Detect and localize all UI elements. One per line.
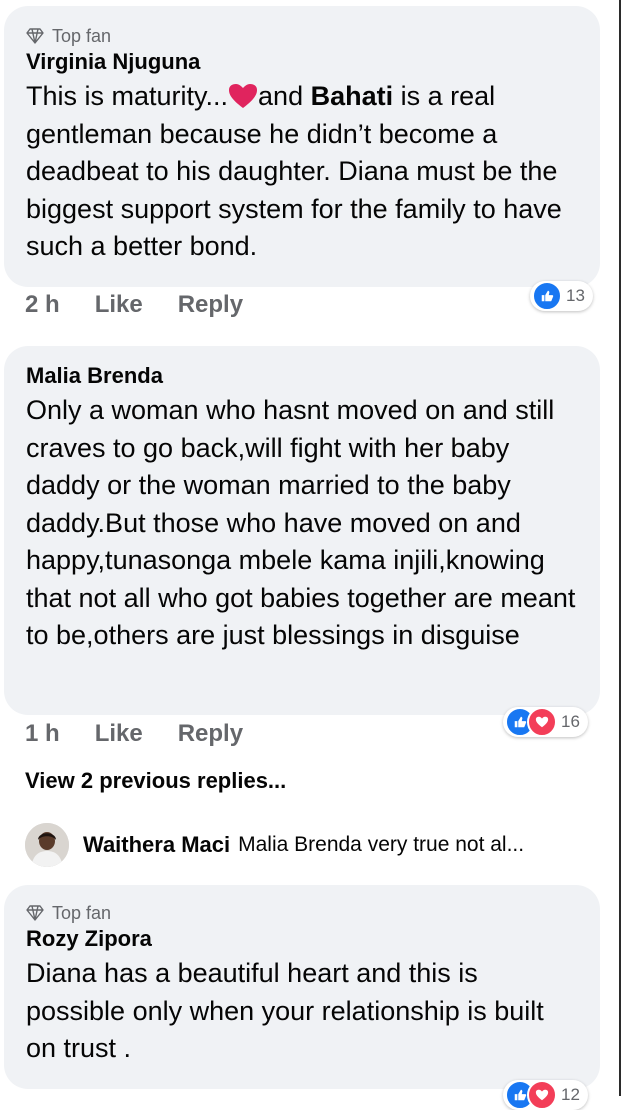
like-button[interactable]: Like	[95, 720, 143, 748]
comment-author[interactable]: Rozy Zipora	[26, 925, 580, 953]
diamond-icon	[26, 905, 44, 921]
comment-text-part: and	[258, 81, 311, 111]
reply-button[interactable]: Reply	[178, 720, 243, 748]
reaction-count: 13	[566, 286, 585, 305]
comment-text-part: This is maturity...	[26, 81, 229, 111]
red-heart-icon	[229, 84, 258, 108]
comment-text: This is maturity... and Bahati is a real …	[26, 78, 580, 266]
like-icon	[532, 281, 562, 311]
comment-actions: 1 h Like Reply	[25, 720, 243, 748]
reply-author[interactable]: Waithera Maci	[83, 832, 230, 858]
reaction-count: 12	[561, 1085, 580, 1104]
top-fan-badge: Top fan	[26, 901, 580, 925]
badge-label: Top fan	[52, 25, 112, 46]
reaction-summary[interactable]: 12	[503, 1080, 588, 1110]
like-button[interactable]: Like	[95, 291, 143, 319]
comment-text: Diana has a beautiful heart and this is …	[26, 958, 544, 1063]
reply-text: Malia Brenda very true not al...	[238, 833, 525, 856]
comment-text: Only a woman who hasnt moved on and stil…	[26, 395, 576, 650]
top-fan-badge: Top fan	[26, 24, 580, 48]
reaction-summary[interactable]: 13	[530, 281, 593, 311]
view-previous-replies-link[interactable]: View 2 previous replies...	[25, 768, 286, 794]
comment-actions: 2 h Like Reply	[25, 291, 243, 319]
comment-bubble: Malia Brenda Only a woman who hasnt move…	[4, 346, 600, 715]
reply-preview[interactable]: Waithera Maci Malia Brenda very true not…	[25, 823, 524, 867]
love-icon	[527, 1080, 557, 1110]
diamond-icon	[26, 28, 44, 44]
avatar[interactable]	[25, 823, 69, 867]
reaction-summary[interactable]: 16	[503, 707, 588, 737]
badge-label: Top fan	[52, 902, 112, 923]
reaction-count: 16	[561, 712, 580, 731]
comment-author[interactable]: Malia Brenda	[26, 362, 580, 390]
reply-button[interactable]: Reply	[178, 291, 243, 319]
comment-time[interactable]: 1 h	[25, 720, 60, 748]
comment-bubble: Top fan Rozy Zipora Diana has a beautifu…	[4, 885, 600, 1089]
mention-bahati[interactable]: Bahati	[311, 81, 394, 111]
comment-bubble: Top fan Virginia Njuguna This is maturit…	[4, 6, 600, 287]
comment-author[interactable]: Virginia Njuguna	[26, 48, 580, 76]
love-icon	[527, 707, 557, 737]
comment-time[interactable]: 2 h	[25, 291, 60, 319]
